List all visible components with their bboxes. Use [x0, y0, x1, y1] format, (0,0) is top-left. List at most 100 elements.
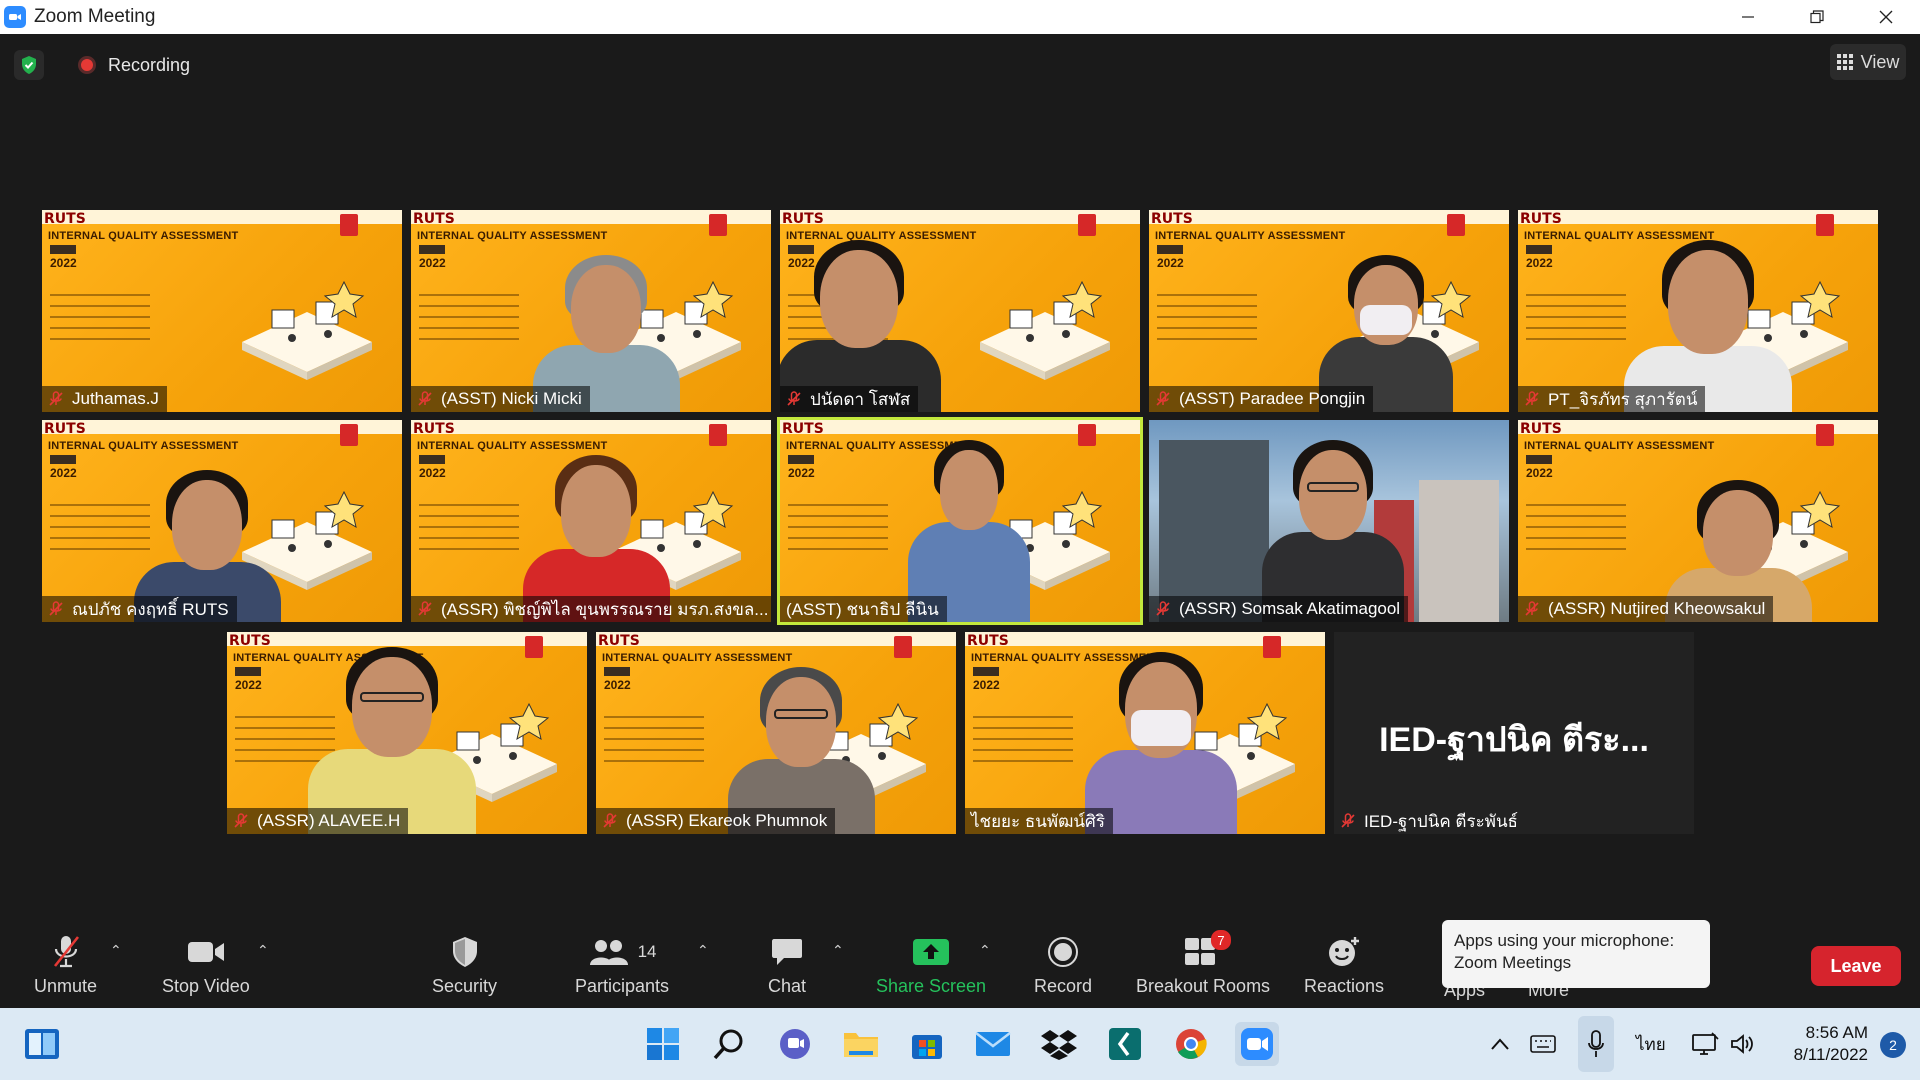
minimize-button[interactable] [1713, 0, 1782, 34]
video-camera-icon [187, 942, 224, 962]
breakout-rooms-button[interactable]: 7 Breakout Rooms [1136, 930, 1271, 997]
mail-icon[interactable] [971, 1022, 1015, 1066]
participant-video [1149, 210, 1509, 412]
participant-video [411, 210, 771, 412]
participant-nametag: Juthamas.J [42, 386, 167, 412]
participant-name: (ASSR) พิชญ์พิไล ขุนพรรณราย มรภ.สงขล... [441, 599, 769, 619]
chat-options-caret-icon[interactable]: ⌃ [832, 942, 844, 959]
microsoft-store-icon[interactable] [905, 1022, 949, 1066]
notification-badge[interactable]: 2 [1880, 1032, 1906, 1058]
search-icon[interactable] [707, 1022, 751, 1066]
participant-name: (ASSR) Somsak Akatimagool [1179, 599, 1401, 618]
chat-bubble-icon [772, 939, 803, 965]
breakout-rooms-label: Breakout Rooms [1136, 976, 1271, 996]
touch-keyboard-icon[interactable] [1530, 1008, 1556, 1080]
video-tile[interactable]: (ASSR) Somsak Akatimagool [1149, 420, 1509, 622]
muted-mic-icon [1525, 391, 1539, 406]
show-hidden-icons-chevron-icon[interactable] [1490, 1008, 1510, 1080]
muted-mic-icon [234, 813, 248, 828]
microphone-usage-tooltip: Apps using your microphone: Zoom Meeting… [1442, 920, 1710, 988]
participant-video [42, 420, 402, 622]
video-tile[interactable]: RUTS INTERNAL QUALITY ASSESSMENT 2022 ไชยยะ… [965, 632, 1325, 834]
active-speaker-tile[interactable]: RUTS INTERNAL QUALITY ASSESSMENT 2022 (ASST… [777, 417, 1143, 625]
clock-date: 8/11/2022 [1793, 1045, 1868, 1064]
participant-name: (ASSR) ALAVEE.H [257, 811, 401, 830]
participants-options-caret-icon[interactable]: ⌃ [697, 942, 709, 959]
record-button[interactable]: Record [1034, 932, 1092, 997]
participant-video [965, 632, 1325, 834]
volume-icon[interactable] [1730, 1008, 1756, 1080]
record-label: Record [1034, 976, 1093, 996]
participants-count: 14 [637, 942, 657, 961]
video-tile[interactable]: RUTS INTERNAL QUALITY ASSESSMENT 2022 Jutha… [42, 210, 402, 412]
video-tile[interactable]: RUTS INTERNAL QUALITY ASSESSMENT 2022 (ASSR… [596, 632, 956, 834]
video-tile[interactable]: RUTS INTERNAL QUALITY ASSESSMENT 2022 ณปภัช… [42, 420, 402, 622]
participant-video [1518, 420, 1878, 622]
video-tile[interactable]: RUTS INTERNAL QUALITY ASSESSMENT 2022 (ASST… [411, 210, 771, 412]
participant-video [1149, 420, 1509, 622]
video-off-tile[interactable]: IED-ฐาปนิค ตีระ... IED-ฐาปนิค ตีระพันธ์ [1334, 632, 1694, 834]
share-screen-button[interactable]: Share Screen [876, 932, 986, 997]
window-title: Zoom Meeting [34, 6, 156, 27]
participants-label: Participants [575, 976, 670, 996]
security-button[interactable]: Security [432, 932, 497, 997]
file-explorer-icon[interactable] [839, 1022, 883, 1066]
video-options-caret-icon[interactable]: ⌃ [257, 942, 269, 959]
participant-nametag: (ASSR) ALAVEE.H [227, 808, 409, 834]
participant-video [411, 420, 771, 622]
video-tile[interactable]: RUTS INTERNAL QUALITY ASSESSMENT 2022 (ASSR… [227, 632, 587, 834]
video-tile[interactable]: RUTS INTERNAL QUALITY ASSESSMENT 2022 (ASST… [1149, 210, 1509, 412]
title-bar: Zoom Meeting [0, 0, 1920, 34]
unmute-button[interactable]: Unmute [34, 932, 97, 997]
participant-nametag: ไชยยะ ธนพัฒน์ศิริ [965, 808, 1113, 834]
sway-app-icon[interactable] [1103, 1022, 1147, 1066]
meeting-area: Recording View RUTS INTERNAL QUALITY ASSE… [0, 34, 1920, 918]
restore-icon [1809, 10, 1824, 24]
participant-nametag: (ASSR) Somsak Akatimagool [1149, 596, 1409, 622]
breakout-rooms-badge: 7 [1211, 930, 1232, 950]
network-icon[interactable] [1692, 1008, 1720, 1080]
widgets-icon[interactable] [20, 1022, 64, 1066]
participants-icon [589, 940, 628, 965]
leave-button[interactable]: Leave [1811, 946, 1901, 986]
participant-nametag: ปนัดดา โสฬส [780, 386, 919, 412]
restore-button[interactable] [1782, 0, 1851, 34]
system-clock[interactable]: 8:56 AM 8/11/2022 [1794, 1022, 1868, 1066]
participants-button[interactable]: 14 Participants [575, 932, 669, 997]
participant-name: PT_จิรภัทร สุภารัตน์ [1548, 389, 1698, 409]
video-tile[interactable]: RUTS INTERNAL QUALITY ASSESSMENT 2022 (ASSR… [1518, 420, 1878, 622]
microphone-in-use-icon[interactable] [1578, 1016, 1614, 1072]
slide-logo: RUTS [44, 211, 86, 227]
zoom-taskbar-icon[interactable] [1235, 1022, 1279, 1066]
view-button[interactable]: View [1830, 44, 1906, 80]
stop-video-button[interactable]: Stop Video [162, 932, 250, 997]
participant-name: (ASST) Nicki Micki [441, 389, 582, 408]
record-icon [1048, 937, 1079, 967]
participant-name: (ASST) ชนาธิป ลีนิน [786, 599, 939, 619]
reactions-button[interactable]: Reactions [1304, 932, 1384, 997]
share-screen-icon [913, 939, 950, 965]
video-tile[interactable]: RUTS INTERNAL QUALITY ASSESSMENT 2022 PT_จิ… [1518, 210, 1878, 412]
participant-name: IED-ฐาปนิค ตีระพันธ์ [1364, 811, 1518, 831]
video-tile[interactable]: RUTS INTERNAL QUALITY ASSESSMENT 2022 (ASSR… [411, 420, 771, 622]
muted-mic-icon [1156, 391, 1170, 406]
teams-chat-icon[interactable] [773, 1022, 817, 1066]
participant-name: (ASSR) Nutjired Kheowsakul [1548, 599, 1766, 618]
chat-button[interactable]: Chat [768, 932, 806, 997]
muted-mic-icon [418, 601, 432, 616]
muted-mic-icon [49, 391, 63, 406]
reactions-smiley-icon [1329, 937, 1360, 966]
input-language-indicator[interactable]: ไทย [1636, 1008, 1666, 1080]
share-options-caret-icon[interactable]: ⌃ [979, 942, 991, 959]
close-button[interactable] [1851, 0, 1920, 34]
muted-mic-icon [1156, 601, 1170, 616]
muted-mic-icon [49, 601, 63, 616]
participant-video [227, 632, 587, 834]
start-menu-icon[interactable] [641, 1022, 685, 1066]
minimize-icon [1741, 16, 1754, 18]
audio-options-caret-icon[interactable]: ⌃ [110, 942, 122, 959]
dropbox-icon[interactable] [1037, 1022, 1081, 1066]
encryption-shield-icon[interactable] [14, 50, 44, 80]
video-tile[interactable]: RUTS INTERNAL QUALITY ASSESSMENT 2022 ปนัดด… [780, 210, 1140, 412]
chrome-icon[interactable] [1169, 1022, 1213, 1066]
